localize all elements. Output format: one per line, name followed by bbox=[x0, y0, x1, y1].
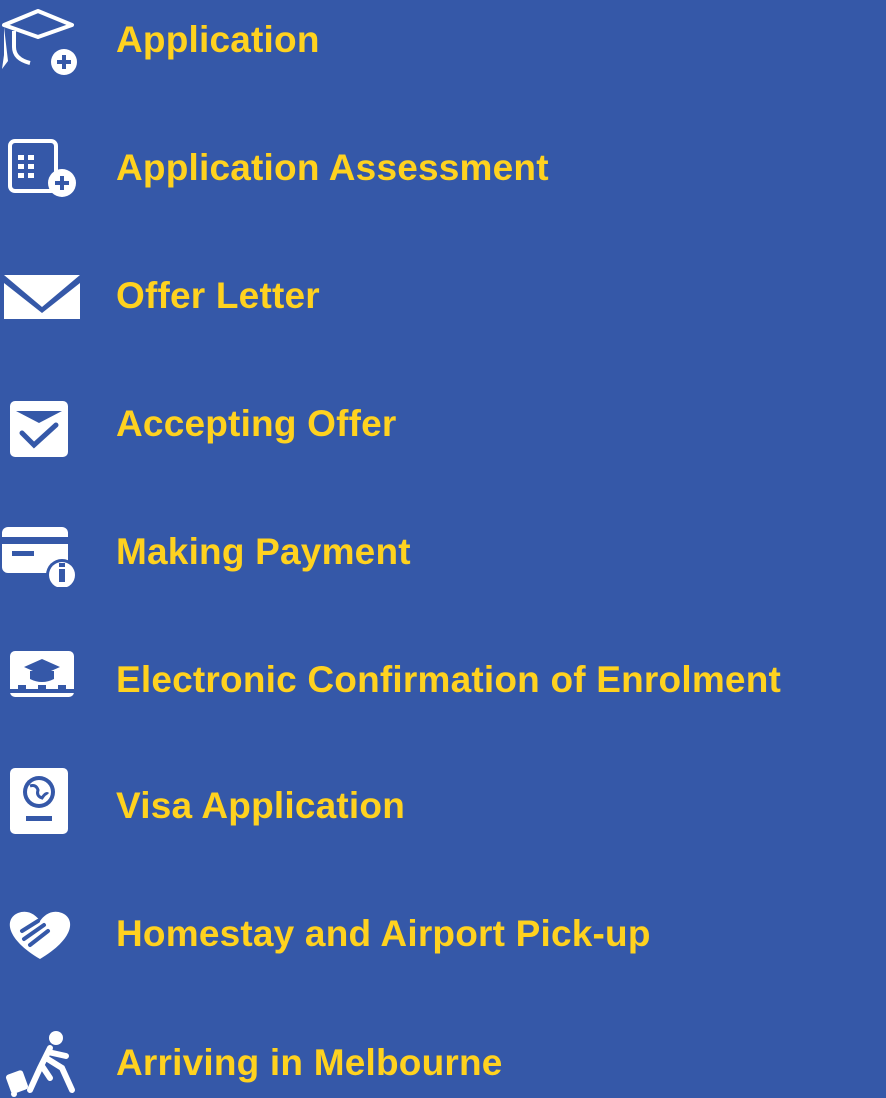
step-label: Arriving in Melbourne bbox=[116, 1042, 503, 1083]
inbox-check-icon bbox=[0, 389, 86, 459]
step-accepting-offer[interactable]: Accepting Offer bbox=[0, 389, 886, 459]
step-label: Electronic Confirmation of Enrolment bbox=[116, 659, 782, 700]
traveller-luggage-icon bbox=[0, 1028, 86, 1098]
graduation-board-icon bbox=[0, 645, 86, 715]
card-info-icon bbox=[0, 517, 86, 587]
step-label: Accepting Offer bbox=[116, 403, 397, 444]
step-label: Application Assessment bbox=[116, 147, 549, 188]
step-label: Homestay and Airport Pick-up bbox=[116, 913, 651, 954]
step-offer-letter[interactable]: Offer Letter bbox=[0, 261, 886, 331]
step-visa-application[interactable]: Visa Application bbox=[0, 768, 886, 841]
heart-hand-icon bbox=[0, 899, 86, 969]
step-arriving-melbourne[interactable]: Arriving in Melbourne bbox=[0, 1028, 886, 1098]
envelope-icon bbox=[0, 261, 86, 331]
graduation-cap-add-icon bbox=[0, 5, 86, 75]
step-homestay-pickup[interactable]: Homestay and Airport Pick-up bbox=[0, 899, 886, 969]
step-application[interactable]: Application bbox=[0, 5, 886, 75]
step-making-payment[interactable]: Making Payment bbox=[0, 517, 886, 587]
step-label: Visa Application bbox=[116, 785, 405, 826]
document-add-icon bbox=[0, 133, 86, 203]
step-label: Offer Letter bbox=[116, 275, 320, 316]
step-ecoe[interactable]: Electronic Confirmation of Enrolment bbox=[0, 645, 886, 715]
step-label: Application bbox=[116, 19, 320, 60]
step-label: Making Payment bbox=[116, 531, 411, 572]
step-application-assessment[interactable]: Application Assessment bbox=[0, 133, 886, 203]
passport-icon bbox=[0, 768, 86, 841]
